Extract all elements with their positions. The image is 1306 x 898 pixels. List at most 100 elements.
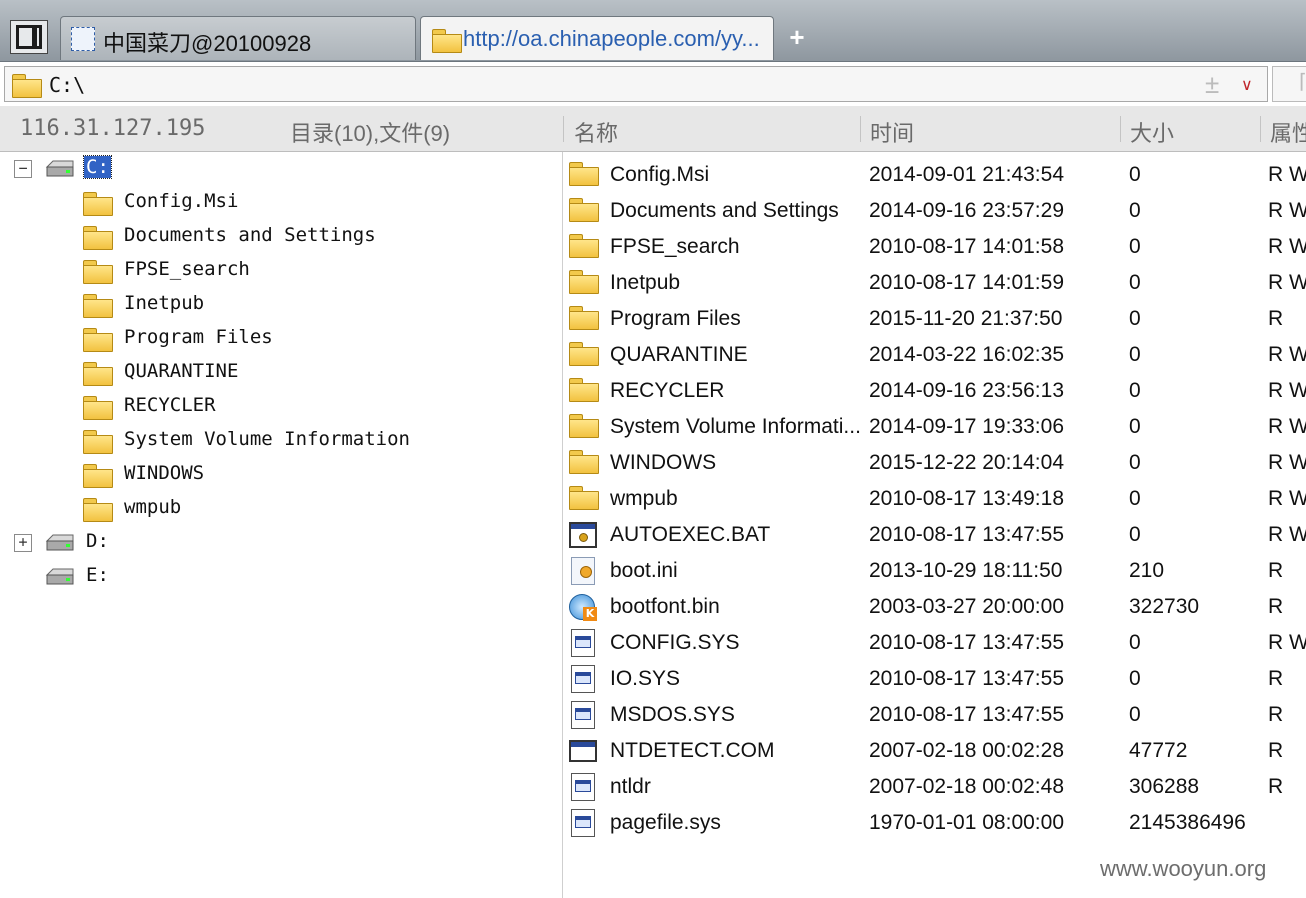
tab-label: 中国菜刀@20100928 bbox=[103, 31, 312, 56]
file-time: 2010-08-17 14:01:58 bbox=[869, 235, 1064, 258]
file-row[interactable]: Program Files 2015-11-20 21:37:50 0 R bbox=[564, 300, 1306, 336]
server-ip: 116.31.127.195 bbox=[20, 116, 206, 141]
file-row[interactable]: Inetpub 2010-08-17 14:01:59 0 R W bbox=[564, 264, 1306, 300]
file-row[interactable]: FPSE_search 2010-08-17 14:01:58 0 R W bbox=[564, 228, 1306, 264]
column-header-size[interactable]: 大小 bbox=[1130, 116, 1174, 148]
file-row[interactable]: Kbootfont.bin 2003-03-27 20:00:00 322730 R bbox=[564, 588, 1306, 624]
collapse-icon[interactable]: − bbox=[14, 160, 32, 178]
new-tab-button[interactable]: + bbox=[786, 24, 808, 50]
file-name: RECYCLER bbox=[610, 379, 725, 402]
file-row[interactable]: Documents and Settings 2014-09-16 23:57:2… bbox=[564, 192, 1306, 228]
folder-icon bbox=[82, 462, 114, 488]
file-row[interactable]: ntldr 2007-02-18 00:02:48 306288 R bbox=[564, 768, 1306, 804]
file-row[interactable]: System Volume Informati... 2014-09-17 19:… bbox=[564, 408, 1306, 444]
file-row[interactable]: Config.Msi 2014-09-01 21:43:54 0 R W bbox=[564, 156, 1306, 192]
folder-label: Inetpub bbox=[124, 292, 205, 314]
column-divider[interactable] bbox=[860, 116, 861, 142]
file-attr: R W bbox=[1268, 451, 1306, 474]
folder-label: System Volume Information bbox=[124, 428, 410, 450]
drive-label[interactable]: E: bbox=[84, 564, 111, 586]
tree-drive-c[interactable]: − C: bbox=[0, 152, 560, 186]
file-attr: R W bbox=[1268, 379, 1306, 402]
file-name: System Volume Informati... bbox=[610, 415, 861, 438]
file-name: FPSE_search bbox=[610, 235, 740, 258]
file-list[interactable]: Config.Msi 2014-09-01 21:43:54 0 R W Documen… bbox=[564, 152, 1306, 898]
file-name: WINDOWS bbox=[610, 451, 717, 474]
file-name: wmpub bbox=[610, 487, 678, 510]
file-name: Inetpub bbox=[610, 271, 681, 294]
tree-folder[interactable]: QUARANTINE bbox=[0, 356, 560, 390]
column-divider[interactable] bbox=[1260, 116, 1261, 142]
folder-icon bbox=[82, 326, 114, 352]
file-size: 306288 bbox=[1129, 775, 1200, 798]
tree-folder[interactable]: Program Files bbox=[0, 322, 560, 356]
file-size: 0 bbox=[1129, 235, 1141, 258]
file-row[interactable]: WINDOWS 2015-12-22 20:14:04 0 R W bbox=[564, 444, 1306, 480]
tree-drive-e[interactable]: E: bbox=[0, 560, 560, 594]
file-time: 2014-09-17 19:33:06 bbox=[869, 415, 1064, 438]
file-row[interactable]: boot.ini 2013-10-29 18:11:50 210 R bbox=[564, 552, 1306, 588]
column-divider[interactable] bbox=[1120, 116, 1121, 142]
column-header-time[interactable]: 时间 bbox=[870, 116, 914, 148]
file-row[interactable]: CONFIG.SYS 2010-08-17 13:47:55 0 R W bbox=[564, 624, 1306, 660]
address-path[interactable]: C:\ bbox=[49, 73, 85, 97]
address-extra-button[interactable]: ⌈ bbox=[1272, 66, 1306, 102]
file-row[interactable]: NTDETECT.COM 2007-02-18 00:02:28 47772 R bbox=[564, 732, 1306, 768]
system-file-icon bbox=[568, 808, 598, 838]
file-size: 0 bbox=[1129, 379, 1141, 402]
file-attr: R W bbox=[1268, 163, 1306, 186]
system-file-icon bbox=[568, 772, 598, 802]
file-name: QUARANTINE bbox=[610, 343, 748, 366]
batch-file-icon bbox=[568, 520, 598, 550]
tree-folder[interactable]: Documents and Settings bbox=[0, 220, 560, 254]
file-name: MSDOS.SYS bbox=[610, 703, 735, 726]
file-size: 0 bbox=[1129, 199, 1141, 222]
file-row[interactable]: wmpub 2010-08-17 13:49:18 0 R W bbox=[564, 480, 1306, 516]
file-time: 2014-09-01 21:43:54 bbox=[869, 163, 1064, 186]
file-attr: R W bbox=[1268, 235, 1306, 258]
tree-folder[interactable]: wmpub bbox=[0, 492, 560, 526]
tree-folder[interactable]: RECYCLER bbox=[0, 390, 560, 424]
file-row[interactable]: AUTOEXEC.BAT 2010-08-17 13:47:55 0 R W bbox=[564, 516, 1306, 552]
tree-folder[interactable]: Config.Msi bbox=[0, 186, 560, 220]
file-size: 210 bbox=[1129, 559, 1165, 582]
folder-icon bbox=[568, 160, 600, 186]
file-attr: R bbox=[1268, 595, 1284, 618]
address-bar[interactable]: C:\ ± ∨ bbox=[4, 66, 1268, 102]
tree-drive-d[interactable]: + D: bbox=[0, 526, 560, 560]
file-time: 2003-03-27 20:00:00 bbox=[869, 595, 1064, 618]
tree-folder[interactable]: System Volume Information bbox=[0, 424, 560, 458]
file-name: Config.Msi bbox=[610, 163, 710, 186]
file-name: ntldr bbox=[610, 775, 651, 798]
drive-label[interactable]: C: bbox=[83, 155, 112, 179]
directory-tree[interactable]: − C: Config.Msi Documents and Settings F… bbox=[0, 152, 563, 898]
column-header-attr[interactable]: 属性 bbox=[1270, 116, 1306, 148]
column-header-name[interactable]: 名称 bbox=[574, 116, 618, 148]
tab-url[interactable]: http://oa.chinapeople.com/yy... bbox=[420, 16, 774, 60]
window-menu-button[interactable] bbox=[10, 20, 48, 54]
file-attr: R W bbox=[1268, 523, 1306, 546]
folder-label: Documents and Settings bbox=[124, 224, 376, 246]
folder-label: WINDOWS bbox=[124, 462, 205, 484]
tree-folder[interactable]: Inetpub bbox=[0, 288, 560, 322]
tree-folder[interactable]: FPSE_search bbox=[0, 254, 560, 288]
plus-minus-icon[interactable]: ± bbox=[1205, 69, 1219, 100]
tree-folder[interactable]: WINDOWS bbox=[0, 458, 560, 492]
chevron-down-icon[interactable]: ∨ bbox=[1241, 75, 1253, 95]
file-row[interactable]: MSDOS.SYS 2010-08-17 13:47:55 0 R bbox=[564, 696, 1306, 732]
file-size: 0 bbox=[1129, 451, 1141, 474]
file-row[interactable]: QUARANTINE 2014-03-22 16:02:35 0 R W bbox=[564, 336, 1306, 372]
file-row[interactable]: IO.SYS 2010-08-17 13:47:55 0 R bbox=[564, 660, 1306, 696]
tab-caidao[interactable]: 中国菜刀@20100928 bbox=[60, 16, 416, 60]
column-divider bbox=[563, 116, 564, 142]
folder-icon bbox=[82, 292, 114, 318]
file-time: 2010-08-17 13:47:55 bbox=[869, 523, 1064, 546]
file-attr: R W bbox=[1268, 631, 1306, 654]
file-time: 2013-10-29 18:11:50 bbox=[869, 559, 1063, 582]
folder-icon bbox=[11, 72, 43, 98]
file-row[interactable]: RECYCLER 2014-09-16 23:56:13 0 R W bbox=[564, 372, 1306, 408]
expand-icon[interactable]: + bbox=[14, 534, 32, 552]
file-row[interactable]: pagefile.sys 1970-01-01 08:00:00 214538649… bbox=[564, 804, 1306, 840]
file-size: 0 bbox=[1129, 631, 1141, 654]
drive-label[interactable]: D: bbox=[84, 530, 111, 552]
